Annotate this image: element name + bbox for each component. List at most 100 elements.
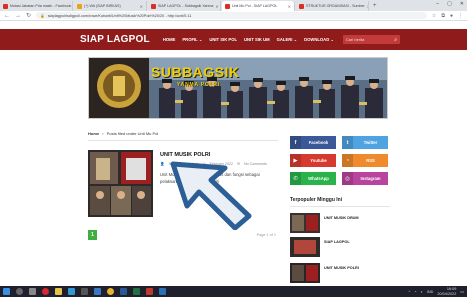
rss-button[interactable]: ◔ RSS bbox=[342, 154, 388, 167]
youtube-button[interactable]: ▶ Youtube bbox=[290, 154, 336, 167]
chevron-up-icon[interactable]: ^ bbox=[408, 290, 410, 294]
store-icon[interactable] bbox=[81, 288, 88, 295]
post-title[interactable]: UNIT MUSIK POLRI bbox=[160, 152, 210, 158]
forward-arrow-icon[interactable]: → bbox=[15, 13, 21, 19]
tab-close-icon[interactable]: ✕ bbox=[140, 4, 143, 9]
url-text: siaplagpolrisdigpoli.com/rowe/Kutsinti/U… bbox=[47, 13, 192, 18]
popular-item-title[interactable]: SIAP LAGPOL bbox=[324, 240, 350, 244]
nav-unit-sik-pol[interactable]: UNIT SIK POL bbox=[209, 37, 237, 42]
star-icon[interactable]: ☆ bbox=[432, 13, 436, 19]
notification-icon[interactable]: ▭ bbox=[460, 289, 464, 294]
new-tab-button[interactable]: + bbox=[370, 1, 380, 11]
windows-start-icon[interactable] bbox=[3, 288, 10, 295]
nav-download[interactable]: DOWNLOAD ⌄ bbox=[304, 37, 334, 42]
tab-label: Mutasi Jabatan Pria masih - Facebook bbox=[10, 4, 72, 8]
browser-tab[interactable]: (+) WA (SIAP BIRKAS) ✕ bbox=[74, 1, 147, 11]
tab-close-icon[interactable]: ✕ bbox=[288, 4, 291, 9]
whatsapp-icon: ✆ bbox=[290, 172, 301, 185]
nav-unit-sik-um[interactable]: UNIT SIK UM bbox=[244, 37, 270, 42]
instagram-label: Instagram bbox=[360, 176, 381, 181]
youtube-icon: ▶ bbox=[290, 154, 301, 167]
back-arrow-icon[interactable]: ← bbox=[4, 13, 10, 19]
page-button-current[interactable]: 1 bbox=[88, 230, 97, 240]
media-icon[interactable] bbox=[146, 288, 153, 295]
mail-icon[interactable] bbox=[94, 288, 101, 295]
rss-icon: ◔ bbox=[342, 154, 353, 167]
popular-thumbnail[interactable] bbox=[290, 237, 320, 257]
instagram-icon: ◎ bbox=[342, 172, 353, 185]
breadcrumb-current: Posts filed under Unit Mu Pol bbox=[106, 131, 159, 136]
site-header: SIAP LAGPOL HOME PROFIL ⌄ UNIT SIK POL U… bbox=[0, 29, 467, 50]
opera-icon[interactable] bbox=[42, 288, 49, 295]
close-window-button[interactable]: ✕ bbox=[460, 1, 464, 7]
system-tray: ^ ◔ ◖ IND 16:09 20/04/2022 ▭ bbox=[408, 287, 464, 295]
tab-label: SIAP LAGPOL - Subbagsik Yanma bbox=[158, 4, 214, 8]
post-thumbnail[interactable] bbox=[88, 150, 153, 217]
tab-label: Unit Mu Pol - SIAP LAGPOL bbox=[232, 4, 278, 8]
maximize-button[interactable]: ▢ bbox=[447, 1, 452, 7]
browser-tab[interactable]: STRUKTUR ORGANISASI - Sumber ✕ bbox=[296, 1, 369, 11]
whatsapp-button[interactable]: ✆ WhatsApp bbox=[290, 172, 336, 185]
word-icon[interactable] bbox=[120, 288, 127, 295]
search-taskbar-icon[interactable] bbox=[16, 288, 23, 295]
popular-item[interactable]: SIAP LAGPOL bbox=[290, 237, 390, 257]
clock-date: 20/04/2022 bbox=[437, 291, 457, 296]
browser-tab[interactable]: SIAP LAGPOL - Subbagsik Yanma ✕ bbox=[148, 1, 221, 11]
minimize-button[interactable]: – bbox=[436, 1, 439, 7]
site-logo[interactable]: SIAP LAGPOL bbox=[80, 34, 150, 45]
header-inner: SIAP LAGPOL HOME PROFIL ⌄ UNIT SIK POL U… bbox=[80, 29, 400, 50]
hero-banner: SUBBAGSIK YANMA POLRI bbox=[88, 57, 388, 119]
wifi-icon[interactable]: ◔ bbox=[414, 290, 416, 294]
reload-icon[interactable]: ↻ bbox=[26, 12, 31, 19]
instagram-button[interactable]: ◎ Instagram bbox=[342, 172, 388, 185]
browser-tab-bar: Mutasi Jabatan Pria masih - Facebook ✕ (… bbox=[0, 0, 467, 11]
twitter-button[interactable]: t Twitter bbox=[342, 136, 388, 149]
facebook-button[interactable]: f Facebook bbox=[290, 136, 336, 149]
search-icon[interactable]: ⌕ bbox=[394, 37, 397, 43]
profile-icon[interactable]: ● bbox=[450, 13, 453, 19]
nav-galeri[interactable]: GALERI ⌄ bbox=[277, 37, 298, 42]
excel-icon[interactable] bbox=[133, 288, 140, 295]
tab-close-icon[interactable]: ✕ bbox=[367, 4, 368, 9]
popular-item[interactable]: UNIT MUSIK DRUM bbox=[290, 213, 390, 233]
volume-icon[interactable]: ◖ bbox=[421, 290, 423, 294]
menu-dots-icon[interactable]: ⋮ bbox=[458, 13, 463, 19]
popular-thumbnail[interactable] bbox=[290, 213, 320, 233]
address-bar[interactable]: 🔒 siaplagpolrisdigpoli.com/rowe/Kutsinti… bbox=[36, 12, 427, 19]
popular-item-title[interactable]: UNIT MUSIK POLRI bbox=[324, 266, 359, 270]
browser-tab-active[interactable]: Unit Mu Pol - SIAP LAGPOL ✕ bbox=[222, 1, 295, 11]
breadcrumb: Home › Posts filed under Unit Mu Pol bbox=[88, 131, 158, 136]
breadcrumb-home[interactable]: Home bbox=[88, 131, 99, 136]
popular-item[interactable]: UNIT MUSIK POLRI bbox=[290, 263, 390, 283]
file-explorer-icon[interactable] bbox=[55, 288, 62, 295]
tab-favicon-icon bbox=[3, 3, 8, 9]
chrome-icon[interactable] bbox=[107, 288, 114, 295]
clock[interactable]: 16:09 20/04/2022 bbox=[437, 287, 456, 295]
nav-profil[interactable]: PROFIL ⌄ bbox=[182, 37, 202, 42]
app-icon[interactable] bbox=[159, 288, 166, 295]
task-view-icon[interactable] bbox=[29, 288, 36, 295]
rss-label: RSS bbox=[366, 158, 375, 163]
tab-favicon-icon bbox=[299, 3, 304, 9]
pagination: 1 Page 1 of 1 bbox=[88, 230, 278, 241]
os-taskbar: ^ ◔ ◖ IND 16:09 20/04/2022 ▭ bbox=[0, 286, 467, 297]
tab-close-icon[interactable]: ✕ bbox=[215, 4, 218, 9]
search-input[interactable]: Cari berita ⌕ bbox=[342, 35, 400, 44]
mouse-cursor-icon bbox=[170, 161, 252, 230]
popular-thumbnail[interactable] bbox=[290, 263, 320, 283]
browser-tab[interactable]: Mutasi Jabatan Pria masih - Facebook ✕ bbox=[0, 1, 73, 11]
divider bbox=[88, 140, 278, 141]
popular-item-title[interactable]: UNIT MUSIK DRUM bbox=[324, 216, 359, 220]
whatsapp-label: WhatsApp bbox=[308, 176, 329, 181]
tab-label: (+) WA (SIAP BIRKAS) bbox=[84, 4, 121, 8]
extensions-icon[interactable]: ⧉ bbox=[441, 13, 445, 19]
tab-favicon-icon bbox=[151, 3, 156, 9]
language-indicator[interactable]: IND bbox=[427, 290, 434, 294]
divider bbox=[290, 206, 390, 207]
twitter-label: Twitter bbox=[363, 140, 378, 145]
edge-icon[interactable] bbox=[68, 288, 75, 295]
nav-home[interactable]: HOME bbox=[163, 37, 176, 42]
tab-label: STRUKTUR ORGANISASI - Sumber bbox=[306, 4, 365, 8]
main-nav: HOME PROFIL ⌄ UNIT SIK POL UNIT SIK UM G… bbox=[163, 37, 334, 42]
twitter-icon: t bbox=[342, 136, 353, 149]
